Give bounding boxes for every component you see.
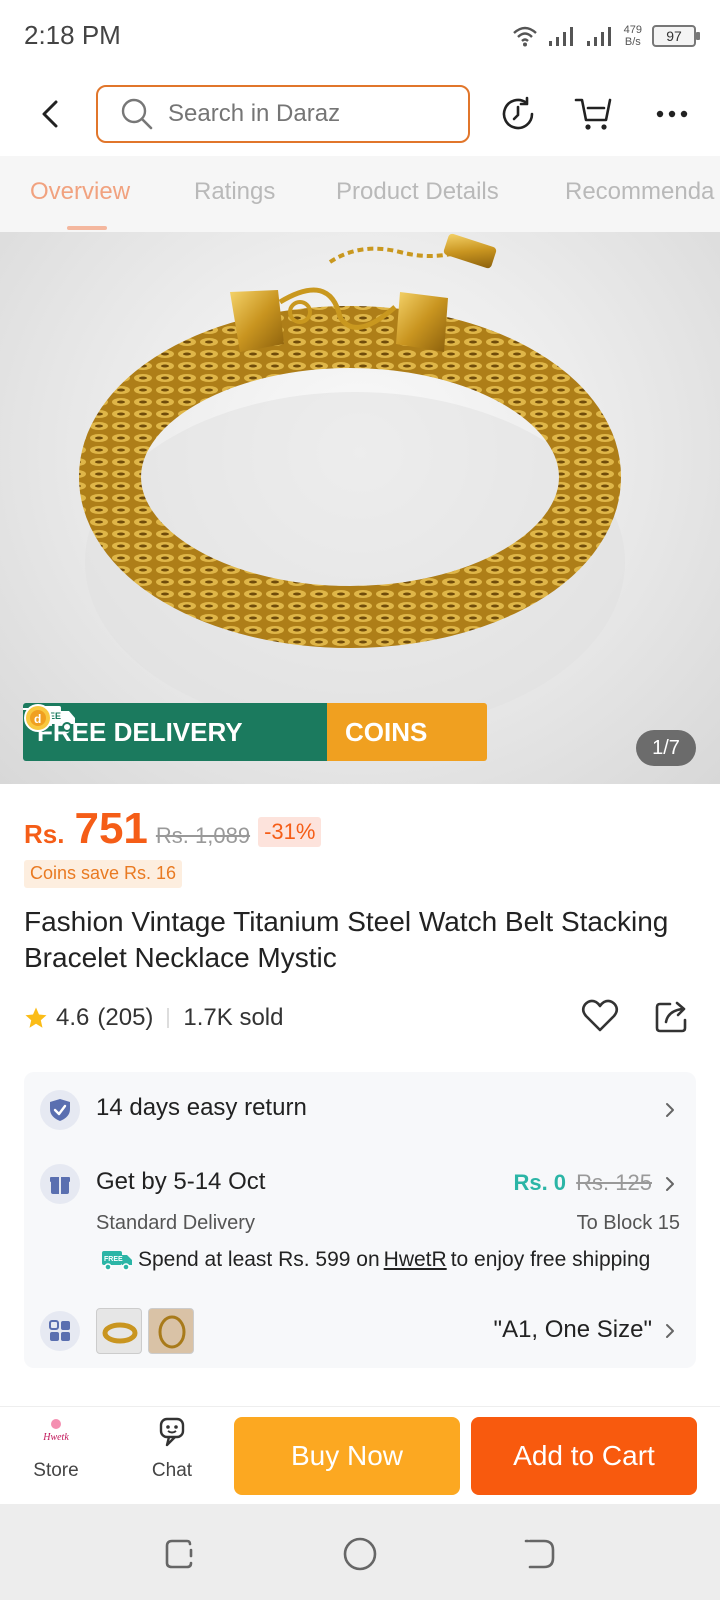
active-tab-indicator xyxy=(67,226,107,230)
net-speed: 479 B/s xyxy=(624,24,642,48)
image-counter: 1/7 xyxy=(636,730,696,766)
shipping-fee: Rs. 0 Rs. 125 xyxy=(513,1170,652,1196)
buy-now-button[interactable]: Buy Now xyxy=(234,1417,460,1495)
tab-overview[interactable]: Overview xyxy=(30,178,130,206)
free-shipping-text-pre: Spend at least Rs. 599 on xyxy=(138,1248,380,1271)
sold-count: 1.7K sold xyxy=(183,1004,284,1031)
free-shipping-truck-icon: FREE xyxy=(102,1251,132,1271)
chevron-right-icon xyxy=(666,1324,674,1338)
chevron-right-icon xyxy=(666,1177,674,1191)
store-label: Store xyxy=(33,1460,79,1481)
store-logo-text: Hwetk xyxy=(42,1432,69,1443)
price-row: Rs. 751 Rs. 1,089 -31% xyxy=(24,804,322,854)
back-icon[interactable] xyxy=(522,1536,558,1572)
signal-icon xyxy=(586,27,611,46)
svg-text:d: d xyxy=(34,712,41,726)
free-delivery-badge: FREE FREE DELIVERY xyxy=(23,703,327,761)
discount-badge: -31% xyxy=(258,817,322,847)
top-header xyxy=(0,72,720,156)
status-bar: 2:18 PM 479 B/s 97 xyxy=(0,0,720,72)
return-policy-row[interactable]: 14 days easy return xyxy=(40,1090,680,1130)
delivery-date: Get by 5-14 Oct xyxy=(96,1168,266,1195)
search-icon xyxy=(121,98,153,130)
variant-thumbnail[interactable] xyxy=(148,1308,194,1354)
coin-icon: d xyxy=(24,704,52,732)
bracelet-image xyxy=(79,233,625,732)
add-to-cart-button[interactable]: Add to Cart xyxy=(471,1417,697,1495)
search-bar[interactable] xyxy=(96,85,470,143)
coins-badge: d COINS xyxy=(24,703,487,761)
shield-check-icon xyxy=(40,1090,80,1130)
shipping-fee-new: Rs. 0 xyxy=(513,1170,567,1195)
status-time: 2:18 PM xyxy=(24,20,121,50)
more-button[interactable] xyxy=(652,94,692,134)
delivery-location: To Block 15 xyxy=(576,1212,680,1234)
tab-ratings[interactable]: Ratings xyxy=(194,178,275,206)
chat-button[interactable]: Chat xyxy=(132,1415,212,1482)
free-ship-badge-text: FREE xyxy=(104,1256,123,1263)
coins-label: COINS xyxy=(345,716,428,747)
tab-product-details[interactable]: Product Details xyxy=(336,178,499,206)
battery-icon: 97 xyxy=(652,25,700,47)
free-shipping-note: FREE Spend at least Rs. 599 on HwetR to … xyxy=(96,1248,650,1272)
rating-value: 4.6 xyxy=(56,1004,90,1031)
chevron-right-icon xyxy=(666,1103,674,1117)
original-price: Rs. 1,089 xyxy=(155,823,251,848)
return-policy-label: 14 days easy return xyxy=(96,1094,307,1121)
coins-save-badge: Coins save Rs. 16 xyxy=(24,860,183,888)
shipping-fee-old: Rs. 125 xyxy=(576,1170,652,1195)
grid-icon xyxy=(40,1311,80,1351)
wishlist-heart-icon[interactable] xyxy=(580,996,620,1036)
variant-thumbnail[interactable] xyxy=(96,1308,142,1354)
back-arrow-icon xyxy=(42,100,58,128)
chat-icon xyxy=(159,1417,185,1447)
tab-recommendations[interactable]: Recommenda xyxy=(565,178,714,206)
price-value: 751 xyxy=(74,804,148,853)
status-icons: 479 B/s 97 xyxy=(512,20,700,52)
cart-icon xyxy=(574,98,612,130)
selected-variant: "A1, One Size" xyxy=(493,1316,652,1343)
store-button[interactable]: Hwetk Store xyxy=(16,1415,96,1482)
product-title: Fashion Vintage Titanium Steel Watch Bel… xyxy=(24,906,669,973)
product-image-gallery[interactable]: FREE FREE DELIVERY d COINS 1/7 xyxy=(0,232,720,784)
history-button[interactable] xyxy=(498,94,538,134)
back-button[interactable] xyxy=(30,94,70,134)
wifi-icon xyxy=(512,26,537,47)
home-icon[interactable] xyxy=(342,1536,378,1572)
divider xyxy=(167,1008,170,1028)
delivery-row[interactable]: Get by 5-14 Oct Rs. 0 Rs. 125 Standard D… xyxy=(40,1164,680,1304)
store-logo-icon: Hwetk xyxy=(42,1419,69,1443)
cart-button[interactable] xyxy=(574,94,614,134)
section-tabs: Overview Ratings Product Details Recomme… xyxy=(0,156,720,232)
free-shipping-text-post: to enjoy free shipping xyxy=(450,1248,651,1271)
price-currency: Rs. xyxy=(24,819,65,849)
signal-icon xyxy=(548,27,573,46)
chat-label: Chat xyxy=(151,1460,193,1481)
search-input[interactable] xyxy=(168,100,428,128)
rating-row[interactable]: 4.6 (205) 1.7K sold xyxy=(24,998,283,1038)
bottom-action-bar: Hwetk Store Chat Buy Now Add to Cart xyxy=(0,1406,720,1504)
seller-link[interactable]: HwetR xyxy=(384,1248,447,1272)
history-icon xyxy=(502,96,534,130)
gift-box-icon xyxy=(40,1164,80,1204)
more-icon xyxy=(656,110,688,118)
star-icon xyxy=(25,1007,47,1028)
net-speed-unit: B/s xyxy=(624,36,641,48)
service-info-card: 14 days easy return Get by 5-14 Oct Rs. … xyxy=(24,1072,696,1368)
variant-row[interactable]: "A1, One Size" xyxy=(40,1308,680,1354)
recent-apps-icon[interactable] xyxy=(162,1536,198,1572)
system-navigation-bar xyxy=(0,1504,720,1600)
review-count: (205) xyxy=(97,1004,154,1031)
delivery-type: Standard Delivery xyxy=(96,1212,255,1234)
promo-banner: FREE FREE DELIVERY d COINS xyxy=(23,703,487,761)
net-speed-value: 479 xyxy=(623,24,642,36)
share-icon[interactable] xyxy=(652,996,692,1036)
